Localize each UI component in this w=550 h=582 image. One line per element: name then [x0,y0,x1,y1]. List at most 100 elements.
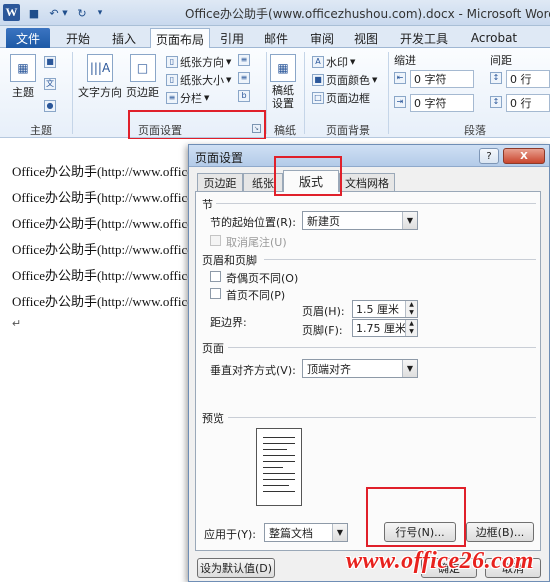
tab-home[interactable]: 开始 [58,28,98,48]
section-start-select[interactable]: 新建页 ▼ [302,211,418,230]
divider [216,203,536,204]
save-icon[interactable]: ■ [26,5,42,21]
highlight-line-numbers-button [366,487,466,547]
ribbon-divider [304,52,305,134]
chevron-down-icon: ▼ [402,360,417,377]
section-start-label: 节的起始位置(R): [210,216,296,229]
header-distance-input[interactable]: 1.5 厘米 ▲ ▼ [352,300,418,318]
word-app-icon[interactable]: W [3,4,20,21]
highlight-page-setup-launcher [128,110,266,140]
preview-group-title: 预览 [202,412,224,425]
document-line: Office办公助手(http://www.office [12,268,193,283]
highlight-layout-tab [274,156,342,196]
set-as-default-button[interactable]: 设为默认值(D) [197,558,275,578]
theme-colors-button[interactable]: ■ [44,56,56,68]
margins-icon: □ [129,54,156,82]
themes-button[interactable]: ▦ 主题 [10,54,36,100]
ribbon-tab-bar: 文件 开始 插入 页面布局 引用 邮件 审阅 视图 开发工具 Acrobat [0,26,550,49]
page-group-title: 页面 [202,342,224,355]
footer-distance-label: 页脚(F): [302,324,343,337]
tab-developer[interactable]: 开发工具 [394,28,454,48]
spacing-before-icon: ↕ [490,72,502,84]
page-color-button[interactable]: ■ 页面颜色 ▼ [312,72,377,88]
vertical-align-label: 垂直对齐方式(V): [210,364,296,377]
breaks-button[interactable]: ≡ [238,54,250,66]
chevron-down-icon: ▼ [332,524,347,541]
group-label-paragraph: 段落 [464,124,486,137]
margins-button[interactable]: □ 页边距 [126,54,159,100]
document-line: Office办公助手(http://www.office [12,242,193,257]
indent-left-icon: ⇤ [394,72,406,84]
divider [228,347,536,348]
size-icon: ▯ [166,74,178,86]
watermark-icon: A [312,56,324,68]
size-button[interactable]: ▯ 纸张大小 ▼ [166,72,231,88]
ribbon-divider [388,52,389,134]
line-numbers-icon: ≡ [238,72,250,84]
tab-file[interactable]: 文件 [6,28,50,48]
indent-left-input[interactable]: 0 字符 [410,70,474,88]
group-label-manuscript: 稿纸 [274,124,296,137]
watermark-button[interactable]: A 水印 ▼ [312,54,355,70]
theme-fonts-icon: 文 [44,78,56,90]
window-title: Office办公助手(www.officezhushou.com).docx -… [185,7,550,21]
group-label-page-background: 页面背景 [326,124,370,137]
first-page-label: 首页不同(P) [226,289,286,302]
spinner-arrows-icon[interactable]: ▲ ▼ [405,301,417,317]
footer-distance-input[interactable]: 1.75 厘米 ▲ ▼ [352,319,418,337]
odd-even-checkbox[interactable] [210,271,221,282]
chevron-down-icon: ▼ [402,212,417,229]
customize-qat-icon[interactable]: ▾ [92,5,108,21]
section-group-title: 节 [202,198,213,211]
preview-page-thumbnail [256,428,302,506]
dialog-title: 页面设置 [195,151,244,165]
ribbon: ▦ 主题 ■ 文 ● 主题 |||A 文字方向 □ 页边距 ▯ 纸张方向 ▼ ▯ 纸张… [0,48,550,138]
text-direction-icon: |||A [87,54,113,82]
apply-to-label: 应用于(Y): [204,528,257,541]
help-button[interactable]: ? [479,148,499,164]
tab-view[interactable]: 视图 [348,28,384,48]
orientation-button[interactable]: ▯ 纸张方向 ▼ [166,54,231,70]
hyphenation-button[interactable]: b [238,90,250,102]
document-line: Office办公助手(http://www.office [12,164,193,179]
ribbon-divider [72,52,73,134]
divider [228,417,536,418]
columns-button[interactable]: ≡ 分栏 ▼ [166,90,209,106]
header-distance-label: 页眉(H): [302,305,345,318]
spinner-arrows-icon[interactable]: ▲ ▼ [405,320,417,336]
close-button[interactable]: X [503,148,545,164]
suppress-endnotes-checkbox[interactable] [210,235,221,246]
redo-icon[interactable]: ↻ [74,5,90,21]
tab-margins[interactable]: 页边距 [197,173,243,191]
ribbon-divider [266,52,267,134]
indent-right-input[interactable]: 0 字符 [410,94,474,112]
page-color-icon: ■ [312,74,324,86]
tab-document-grid[interactable]: 文档网格 [339,173,395,191]
borders-dialog-button[interactable]: 边框(B)... [466,522,534,542]
tab-acrobat[interactable]: Acrobat [464,28,524,48]
header-footer-group-title: 页眉和页脚 [202,254,257,267]
dialog-title-bar[interactable]: 页面设置 ? X [189,145,549,167]
theme-effects-icon: ● [44,100,56,112]
orientation-icon: ▯ [166,56,178,68]
manuscript-settings-button[interactable]: ▦ 稿纸 设置 [270,54,296,110]
spacing-before-input[interactable]: 0 行 [506,70,550,88]
page-borders-button[interactable]: □ 页面边框 [312,90,370,106]
tab-references[interactable]: 引用 [214,28,250,48]
first-page-checkbox[interactable] [210,288,221,299]
tab-review[interactable]: 审阅 [304,28,340,48]
tab-insert[interactable]: 插入 [104,28,144,48]
theme-effects-button[interactable]: ● [44,100,56,112]
title-bar: W ■ ↶ ▼ ↻ ▾ Office办公助手(www.officezhushou… [0,0,550,26]
undo-dropdown-icon[interactable]: ▼ [60,5,70,21]
spacing-after-input[interactable]: 0 行 [506,94,550,112]
odd-even-label: 奇偶页不同(O) [226,272,299,285]
spacing-after-icon: ↕ [490,96,502,108]
tab-page-layout[interactable]: 页面布局 [150,28,210,49]
vertical-align-select[interactable]: 顶端对齐 ▼ [302,359,418,378]
line-numbers-button[interactable]: ≡ [238,72,250,84]
apply-to-select[interactable]: 整篇文档 ▼ [264,523,348,542]
theme-fonts-button[interactable]: 文 [44,78,56,90]
tab-mailings[interactable]: 邮件 [258,28,294,48]
text-direction-button[interactable]: |||A 文字方向 [78,54,122,100]
